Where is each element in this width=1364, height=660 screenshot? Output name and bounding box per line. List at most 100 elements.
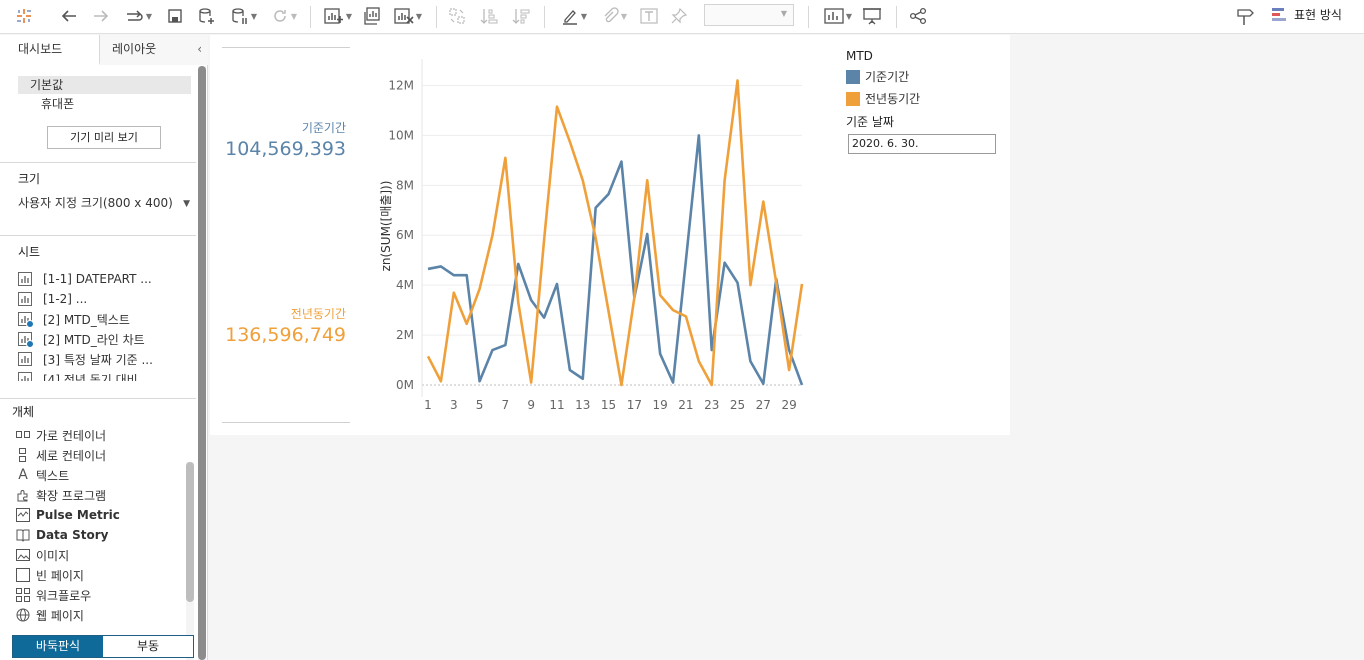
x-tick-label: 1 [424, 398, 432, 412]
size-dropdown[interactable]: 사용자 지정 크기(800 x 400) ▼ [18, 193, 194, 213]
sheet-item[interactable]: [3] 특정 날짜 기준 ... [18, 349, 194, 369]
x-tick-label: 25 [730, 398, 745, 412]
object-label: 텍스트 [36, 468, 70, 483]
legend-label: 전년동기간 [865, 92, 921, 106]
legend-item-prev[interactable]: 전년동기간 [846, 90, 920, 107]
panel-tabs: 대시보드 레이아웃 ‹ [0, 35, 208, 65]
object-item[interactable]: 세로 컨테이너 [0, 445, 196, 465]
highlight-icon[interactable]: ▼ [556, 5, 592, 27]
sheet-item[interactable]: [1-2] ... [18, 289, 194, 309]
pulse-metric-icon [16, 508, 30, 522]
sheet-label: [2] MTD_텍스트 [43, 312, 130, 327]
size-value: 사용자 지정 크기(800 x 400) [18, 196, 173, 210]
data-story-icon [16, 528, 30, 542]
kpi-base[interactable]: 기준기간 104,569,393 [222, 119, 346, 160]
in-use-check-icon [26, 340, 34, 348]
object-item[interactable]: Pulse Metric [0, 505, 196, 525]
object-label: Data Story [36, 528, 109, 542]
logo-icon[interactable] [12, 5, 36, 27]
save-icon[interactable] [164, 5, 186, 27]
object-label: 빈 페이지 [36, 568, 84, 583]
new-sheet-icon[interactable]: ▼ [320, 5, 356, 27]
object-item[interactable]: A 텍스트 [0, 465, 196, 485]
panel-scrollbar[interactable] [198, 66, 206, 660]
reference-date-input[interactable]: 2020. 6. 30. [848, 134, 996, 154]
refresh-icon: ▼ [266, 5, 302, 27]
object-label: 워크플로우 [36, 588, 92, 603]
x-tick-label: 27 [756, 398, 771, 412]
legend-swatch [846, 69, 860, 84]
scroll-thumb[interactable] [186, 462, 194, 602]
undo-icon[interactable] [58, 5, 80, 27]
objects-scrollbar[interactable] [186, 462, 194, 660]
object-item[interactable]: 빈 페이지 [0, 565, 196, 585]
scroll-thumb[interactable] [198, 66, 206, 660]
show-me-icon [1272, 7, 1286, 21]
presentation-icon[interactable] [860, 5, 884, 27]
object-label: 이미지 [36, 548, 70, 563]
tab-dashboard[interactable]: 대시보드 [0, 35, 100, 65]
sheet-label: [1-1] DATEPART ... [43, 272, 152, 286]
duplicate-sheet-icon[interactable] [360, 5, 382, 27]
sheet-item[interactable]: [2] MTD_라인 차트 [18, 329, 194, 349]
x-tick-label: 9 [527, 398, 535, 412]
legend-item-base[interactable]: 기준기간 [846, 68, 920, 85]
y-tick-label: 4M [396, 278, 414, 292]
mtd-line-chart[interactable]: 0M2M4M6M8M10M12M1 3 5 7 9 11 13 15 17 19 21 23 25 27 2… [370, 47, 810, 427]
swap-icon [446, 5, 468, 27]
kpi-prev-value: 136,596,749 [225, 324, 346, 346]
x-tick-label: 15 [601, 398, 616, 412]
tab-layout[interactable]: 레이아웃 [100, 35, 208, 65]
show-me-label: 표현 방식 [1294, 8, 1342, 22]
toolbar: ▼ ▼ ▼ ▼ ▼ ▼ ▼ ▼ ▼ 표현 방식 [0, 0, 1364, 34]
layout-mode-toggle: 바둑판식 부동 [12, 635, 194, 658]
replay-icon[interactable]: ▼ [120, 5, 156, 27]
separator [310, 6, 311, 28]
share-icon[interactable] [906, 5, 930, 27]
object-item[interactable]: 이미지 [0, 545, 196, 565]
sheet-item[interactable]: [2] MTD_텍스트 [18, 309, 194, 329]
new-datasource-icon[interactable] [196, 5, 218, 27]
object-item[interactable]: 웹 페이지 [0, 605, 196, 625]
sheet-list: [1-1] DATEPART ... [1-2] ... [2] MTD_텍스트 [2… [18, 269, 194, 381]
x-tick-label: 17 [627, 398, 642, 412]
show-cards-icon[interactable]: ▼ [820, 5, 856, 27]
divider [0, 398, 196, 399]
object-item[interactable]: 워크플로우 [0, 585, 196, 605]
sheet-item[interactable]: [4] 전년 동기 대비... [18, 369, 194, 381]
legend-label: 기준기간 [865, 70, 910, 84]
chevron-left-icon[interactable]: ‹ [197, 42, 202, 56]
device-default[interactable]: 기본값 [18, 76, 191, 94]
legend: MTD 기준기간 전년동기간 [846, 49, 920, 107]
y-tick-label: 2M [396, 328, 414, 342]
device-preview-button[interactable]: 기기 미리 보기 [47, 126, 161, 149]
worksheet-icon [18, 312, 34, 328]
y-tick-label: 10M [388, 128, 414, 142]
object-item[interactable]: Data Story [0, 525, 196, 545]
chevron-down-icon: ▼ [183, 199, 190, 209]
extension-icon [16, 488, 30, 502]
blank-icon [16, 568, 30, 582]
worksheet-icon [18, 352, 32, 366]
object-label: 확장 프로그램 [36, 488, 107, 503]
kpi-prev[interactable]: 전년동기간 136,596,749 [222, 305, 346, 346]
x-tick-label: 29 [781, 398, 796, 412]
tiled-button[interactable]: 바둑판식 [13, 636, 103, 657]
floating-button[interactable]: 부동 [103, 636, 193, 657]
y-tick-label: 6M [396, 228, 414, 242]
object-item[interactable]: 확장 프로그램 [0, 485, 196, 505]
sheet-item[interactable]: [1-1] DATEPART ... [18, 269, 194, 289]
device-phone[interactable]: 휴대폰 [18, 95, 74, 113]
dashboard-canvas: 기준기간 104,569,393 전년동기간 136,596,749 0M 2M 4… [210, 35, 1010, 435]
object-item[interactable]: 가로 컨테이너 [0, 425, 196, 445]
worksheet-icon [18, 272, 32, 286]
x-tick-label: 3 [450, 398, 458, 412]
x-tick-label: 21 [678, 398, 693, 412]
clear-sheet-icon[interactable]: ▼ [390, 5, 426, 27]
signpost-icon[interactable] [1234, 5, 1256, 27]
legend-swatch [846, 91, 860, 106]
pause-updates-icon[interactable]: ▼ [226, 5, 262, 27]
x-tick-label: 23 [704, 398, 719, 412]
web-page-icon [16, 608, 30, 622]
show-me-button[interactable]: 표현 방식 [1272, 6, 1342, 23]
